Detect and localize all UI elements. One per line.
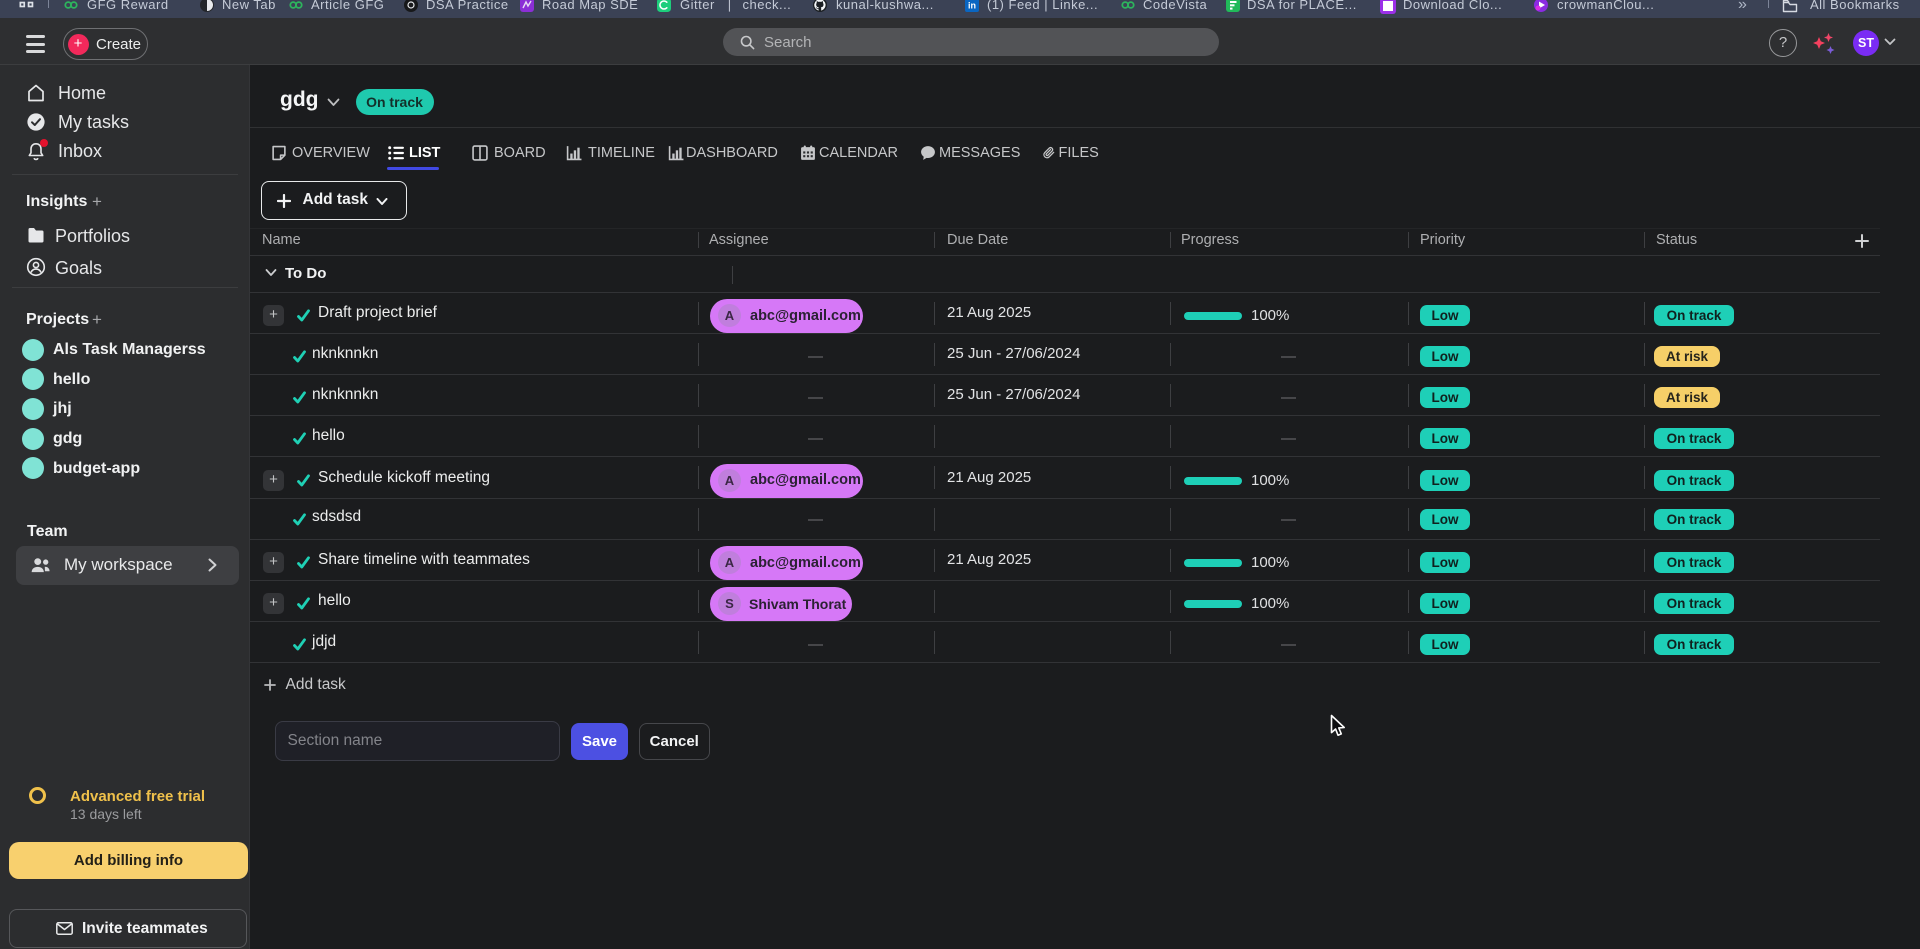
svg-text:in: in bbox=[968, 0, 976, 10]
